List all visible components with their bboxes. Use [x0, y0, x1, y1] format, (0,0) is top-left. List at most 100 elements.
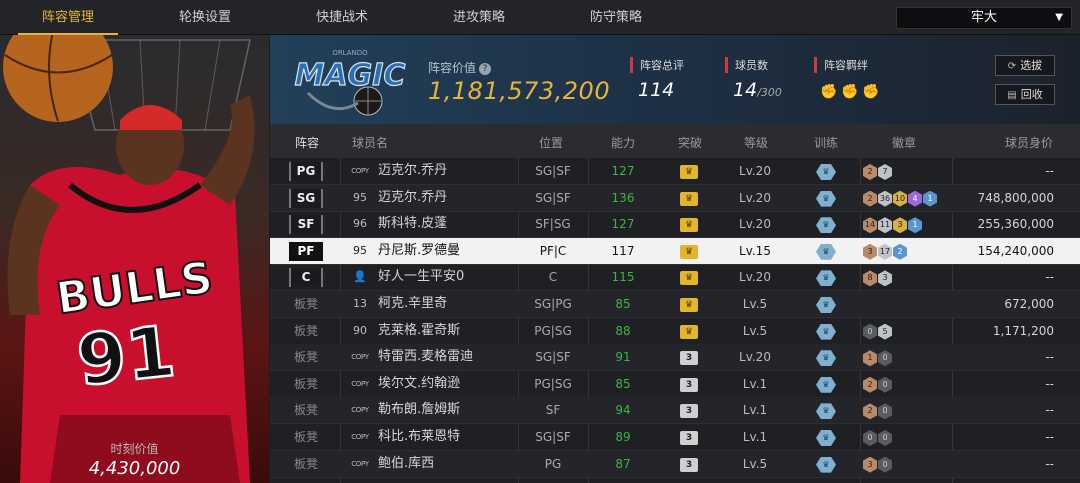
player-level: Lv.20 [739, 190, 771, 205]
breakthrough-level[interactable]: 3 [680, 404, 698, 419]
crown-icon[interactable]: ♛ [680, 191, 698, 206]
lineup-slot[interactable]: SF [289, 215, 323, 235]
tab-offense-strategy[interactable]: 进攻策略 [429, 0, 529, 35]
lineup-slot[interactable]: PF [289, 241, 323, 261]
breakthrough-level[interactable]: 3 [680, 457, 698, 472]
badge-hex-icon: 11 [878, 217, 892, 234]
badge-list[interactable]: 10 [863, 350, 893, 367]
lineup-slot[interactable]: 板凳 [289, 295, 323, 314]
player-level: Lv.1 [742, 403, 768, 418]
lineup-slot[interactable]: 板凳 [289, 428, 323, 447]
table-row[interactable]: 板凳 COPY 科比.布莱恩特 SG|SF 89 3 Lv.1 ♛ 0 0 -- [270, 424, 1080, 451]
tab-defense-strategy[interactable]: 防守策略 [566, 0, 666, 35]
player-level: Lv.5 [742, 456, 768, 471]
player-name[interactable]: 好人一生平安0 [378, 264, 464, 291]
table-row[interactable]: C 👤 好人一生平安0 C 115 ♛ Lv.20 ♛ 8 3 -- [270, 264, 1080, 292]
tab-quick-tactics[interactable]: 快捷战术 [292, 0, 392, 35]
breakthrough-level[interactable]: 3 [680, 431, 698, 445]
breakthrough-level[interactable]: 3 [680, 351, 698, 366]
training-icon[interactable]: ♛ [816, 217, 836, 234]
training-icon[interactable]: ♛ [816, 243, 836, 260]
badge-list[interactable]: 20 [863, 403, 893, 420]
badge-list[interactable]: 05 [863, 323, 893, 340]
crown-icon[interactable]: ♛ [680, 271, 698, 286]
bond-icon-2[interactable]: ✊ [841, 83, 859, 101]
training-icon[interactable]: ♛ [816, 403, 836, 420]
player-card[interactable]: BULLS 91 时刻价值 4,430,000 [0, 35, 269, 483]
lineup-value: 1,181,573,200 [428, 77, 611, 105]
team-select-dropdown[interactable]: 牢大 ▼ [896, 7, 1072, 29]
training-icon[interactable]: ♛ [816, 323, 836, 340]
lineup-slot[interactable]: C [289, 268, 323, 288]
lineup-slot[interactable]: 板凳 [289, 401, 323, 420]
table-row[interactable]: 板凳 COPY 勒布朗.詹姆斯 SF 94 3 Lv.1 ♛ 2 0 -- [270, 397, 1080, 425]
lineup-slot[interactable]: SG [289, 188, 323, 208]
player-name[interactable]: 特雷西.麦格雷迪 [378, 344, 473, 371]
table-row[interactable]: SF 96 斯科特.皮蓬 SF|SG 127 ♛ Lv.20 ♛ 14 11 3 1 255,360,0… [270, 211, 1080, 239]
jersey-number-tag: 13 [353, 297, 367, 310]
badge-list[interactable]: 20 [863, 376, 893, 393]
table-row[interactable]: 板凳 COPY 埃尔文.约翰逊 PG|SG 85 3 Lv.1 ♛ 2 0 -- [270, 371, 1080, 398]
player-name[interactable]: 迈克尔.乔丹 [378, 185, 447, 212]
crown-icon[interactable]: ♛ [680, 165, 698, 179]
table-row[interactable]: 板凳 COPY 特雷西.麦格雷迪 SG|SF 91 3 Lv.20 ♛ 1 0 -- [270, 344, 1080, 372]
lineup-slot[interactable]: PG [289, 162, 323, 181]
crown-icon[interactable]: ♛ [680, 298, 698, 312]
col-player-name: 球员名 [352, 136, 389, 150]
crown-icon[interactable]: ♛ [680, 244, 698, 259]
help-icon[interactable]: ? [479, 62, 492, 75]
training-icon[interactable]: ♛ [816, 297, 836, 313]
player-ability: 117 [611, 243, 635, 258]
player-name[interactable]: 埃尔文.约翰逊 [378, 371, 460, 398]
player-count-label: 球员数 [725, 57, 768, 73]
player-name[interactable]: 克莱格.霍奇斯 [378, 318, 460, 345]
badge-list[interactable]: 27 [863, 164, 893, 180]
lineup-slot[interactable]: 板凳 [289, 348, 323, 367]
player-name[interactable]: 迈克尔.乔丹 [378, 158, 447, 185]
player-name[interactable]: 柯克.辛里奇 [378, 291, 447, 318]
tab-lineup-management[interactable]: 阵容管理 [18, 0, 118, 35]
team-select-value: 牢大 [970, 10, 997, 25]
bond-icon-3[interactable]: ✊ [862, 83, 880, 101]
table-row[interactable]: PG COPY 迈克尔.乔丹 SG|SF 127 ♛ Lv.20 ♛ 2 7 -- [270, 158, 1080, 185]
tab-rotation-settings[interactable]: 轮换设置 [155, 0, 255, 35]
table-row[interactable]: PF 95 丹尼斯.罗德曼 PF|C 117 ♛ Lv.15 ♛ 3 17 2 154,240,000 [270, 237, 1080, 265]
select-button-label: 选拔 [1020, 59, 1043, 72]
training-icon[interactable]: ♛ [816, 456, 836, 473]
badge-list[interactable]: 83 [863, 270, 893, 287]
player-name[interactable]: 鲍伯.库西 [378, 451, 434, 478]
select-button[interactable]: ⟳ 选拔 [995, 55, 1055, 76]
table-row[interactable]: 板凳 COPY 鲍伯.库西 PG 87 3 Lv.5 ♛ 3 0 -- [270, 450, 1080, 478]
training-icon[interactable]: ♛ [816, 376, 836, 393]
table-row[interactable]: SG 95 迈克尔.乔丹 SG|SF 136 ♛ Lv.20 ♛ 2 36 10 4 1 748,800,… [270, 184, 1080, 212]
lineup-slot[interactable]: 板凳 [289, 375, 323, 394]
training-icon[interactable]: ♛ [816, 164, 836, 180]
table-row[interactable]: 板凳 90 克莱格.霍奇斯 PG|SG 88 ♛ Lv.5 ♛ 0 5 1,171,200 [270, 318, 1080, 345]
player-name[interactable]: 斯科特.皮蓬 [378, 211, 447, 238]
training-icon[interactable]: ♛ [816, 190, 836, 207]
player-value: 672,000 [1004, 297, 1054, 311]
lineup-slot[interactable]: 板凳 [289, 455, 323, 474]
badge-list[interactable]: 30 [863, 456, 893, 473]
lineup-slot[interactable]: 板凳 [289, 322, 323, 341]
bond-icons: ✊ ✊ ✊ [820, 81, 883, 101]
badge-list[interactable]: 00 [863, 430, 893, 446]
player-name[interactable]: 丹尼斯.罗德曼 [378, 238, 460, 265]
crown-icon[interactable]: ♛ [680, 324, 698, 339]
table-row[interactable]: 板凳 13 柯克.辛里奇 SG|PG 85 ♛ Lv.5 ♛ 672,000 [270, 291, 1080, 318]
badge-list[interactable]: 3 17 2 [863, 243, 908, 260]
recycle-button[interactable]: ▤ 回收 [995, 84, 1055, 105]
bond-icon-1[interactable]: ✊ [820, 83, 838, 101]
training-icon[interactable]: ♛ [816, 430, 836, 446]
jersey-number-tag: 95 [353, 243, 367, 257]
badge-hex-icon: 3 [893, 217, 907, 234]
player-name[interactable]: 勒布朗.詹姆斯 [378, 397, 460, 424]
training-icon[interactable]: ♛ [816, 350, 836, 367]
crown-icon[interactable]: ♛ [680, 218, 698, 233]
badge-hex-icon: 2 [863, 403, 877, 420]
training-icon[interactable]: ♛ [816, 270, 836, 287]
breakthrough-level[interactable]: 3 [680, 377, 698, 392]
player-name[interactable]: 科比.布莱恩特 [378, 424, 460, 451]
col-position: 位置 [539, 136, 564, 150]
player-value: -- [1045, 164, 1054, 178]
